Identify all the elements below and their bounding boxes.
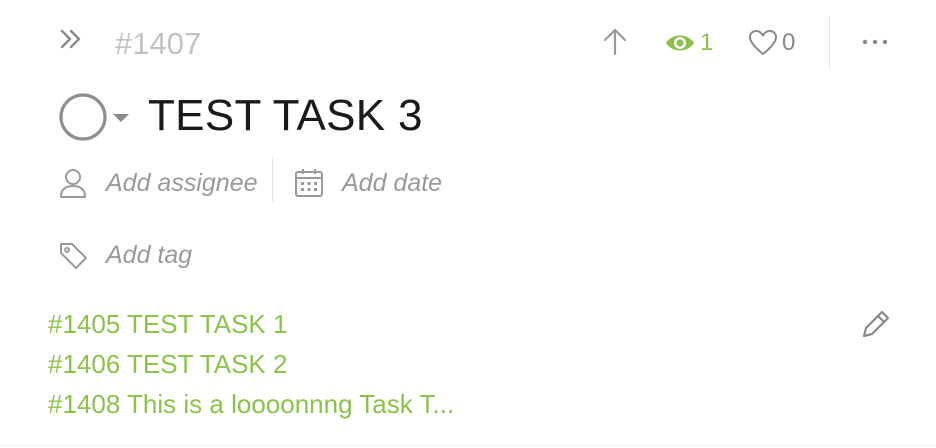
meta-divider — [272, 156, 273, 202]
arrow-up-icon — [603, 28, 627, 56]
add-tag-button[interactable]: Add tag — [58, 236, 192, 274]
like-button[interactable]: 0 — [748, 26, 795, 60]
header-divider — [829, 16, 830, 70]
edit-linked-tasks-button[interactable] — [858, 306, 892, 342]
likes-count: 0 — [782, 29, 796, 56]
heart-icon — [749, 30, 777, 55]
eye-icon — [666, 35, 694, 51]
expand-panel-button[interactable] — [56, 24, 88, 56]
linked-task-link[interactable]: #1405 TEST TASK 1 — [48, 304, 454, 344]
add-tag-label: Add tag — [106, 240, 193, 269]
caret-down-icon — [113, 114, 129, 122]
watchers-count: 1 — [700, 29, 714, 56]
status-circle-icon — [59, 93, 129, 141]
linked-tasks-list: #1405 TEST TASK 1 #1406 TEST TASK 2 #140… — [48, 304, 454, 424]
ellipsis-icon — [862, 39, 888, 45]
add-date-label: Add date — [342, 168, 443, 197]
calendar-icon — [295, 169, 323, 197]
user-icon — [60, 169, 86, 198]
double-chevron-right-icon — [60, 29, 81, 49]
linked-task-link[interactable]: #1408 This is a loooonnng Task T... — [48, 384, 454, 424]
task-title[interactable]: TEST TASK 3 — [148, 90, 423, 142]
add-assignee-label: Add assignee — [106, 168, 258, 197]
move-to-top-button[interactable] — [598, 24, 632, 60]
task-id: #1407 — [115, 26, 202, 61]
add-assignee-button[interactable]: Add assignee — [58, 164, 258, 202]
add-date-button[interactable]: Add date — [294, 164, 442, 202]
status-dropdown[interactable] — [58, 92, 132, 142]
tag-icon — [60, 243, 87, 269]
watchers-button[interactable]: 1 — [664, 26, 713, 60]
bottom-divider — [0, 445, 936, 446]
more-options-button[interactable] — [858, 30, 892, 54]
pencil-icon — [862, 310, 890, 338]
linked-task-link[interactable]: #1406 TEST TASK 2 — [48, 344, 454, 384]
